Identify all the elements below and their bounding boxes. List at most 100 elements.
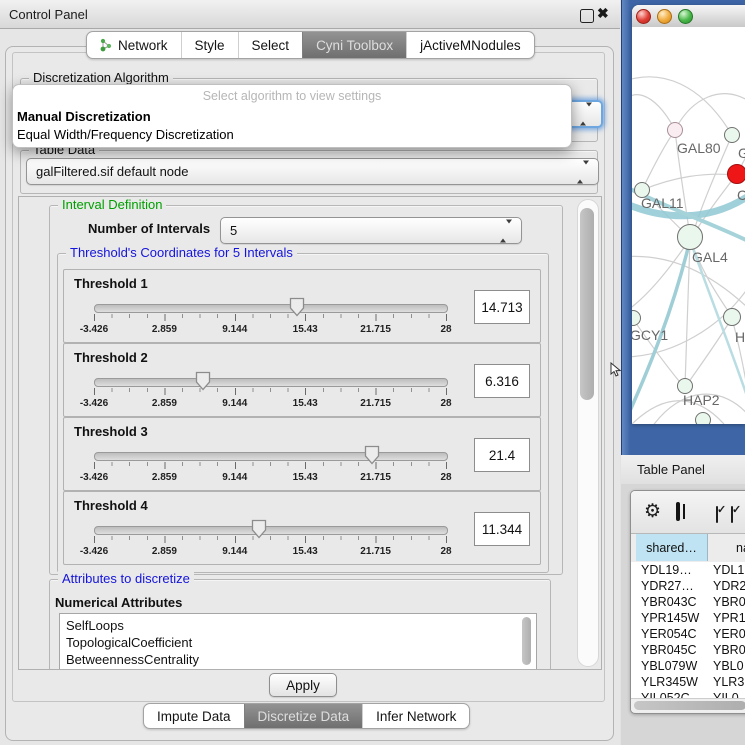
threshold-1-slider[interactable]: -3.426 2.859 9.144 15.43 21.715 28: [94, 300, 446, 340]
control-panel-window: Control Panel ✖ Network Style Select Cyn…: [0, 0, 620, 745]
tab-cyni-toolbox[interactable]: Cyni Toolbox: [302, 32, 406, 58]
slider-thumb[interactable]: [364, 445, 380, 465]
node-label: GA: [738, 145, 745, 161]
threshold-value-input[interactable]: 6.316: [474, 364, 530, 398]
tick-label: 28: [440, 398, 451, 409]
gear-icon[interactable]: ⚙: [644, 500, 661, 523]
horizontal-scrollbar-track[interactable]: [631, 698, 745, 712]
threshold-value-input[interactable]: 11.344: [474, 512, 530, 546]
tick-label: 28: [440, 546, 451, 557]
panel-scrollbar-track[interactable]: [577, 199, 599, 667]
slider-thumb[interactable]: [289, 297, 305, 317]
panel-scrollbar-thumb[interactable]: [580, 208, 594, 400]
tab-select[interactable]: Select: [238, 32, 303, 58]
tick-label: 2.859: [152, 546, 177, 557]
split-columns-icon[interactable]: [676, 502, 680, 521]
cell: YDR27…: [641, 579, 694, 593]
tab-impute-data[interactable]: Impute Data: [144, 704, 244, 728]
network-node-h[interactable]: [723, 308, 741, 326]
network-node-gal4[interactable]: [677, 224, 703, 250]
tick-label: 28: [440, 472, 451, 483]
threshold-1-panel: Threshold 1 -3.426 2.859 9.144 15.43 21.…: [63, 269, 541, 343]
settings-scroll-viewport: Interval Definition Number of Intervals …: [18, 196, 602, 670]
list-item[interactable]: BetweennessCentrality: [60, 651, 536, 668]
popup-option-manual-discretization[interactable]: Manual Discretization: [16, 107, 569, 126]
tab-discretize-data[interactable]: Discretize Data: [244, 704, 363, 728]
threshold-label: Threshold 2: [74, 350, 148, 365]
tab-infer-network[interactable]: Infer Network: [362, 704, 469, 728]
threshold-2-slider[interactable]: -3.426 2.859 9.144 15.43 21.715 28: [94, 374, 446, 414]
numerical-attributes-list[interactable]: SelfLoops TopologicalCoefficient Between…: [59, 613, 537, 670]
table-row[interactable]: YBR045CYBR0: [631, 642, 745, 658]
mouse-cursor: [610, 362, 621, 378]
table-data-combobox[interactable]: galFiltered.sif default node: [26, 158, 599, 185]
threshold-3-slider[interactable]: -3.426 2.859 9.144 15.43 21.715 28: [94, 448, 446, 488]
number-of-intervals-combobox[interactable]: 5: [220, 217, 522, 244]
popup-option-equal-width-frequency[interactable]: Equal Width/Frequency Discretization: [16, 125, 569, 144]
tab-jactivemnodules[interactable]: jActiveMNodules: [406, 32, 534, 58]
slider-thumb[interactable]: [251, 519, 267, 539]
horizontal-scrollbar-thumb[interactable]: [634, 701, 745, 710]
tick-label: 9.144: [222, 472, 247, 483]
screen: Control Panel ✖ Network Style Select Cyn…: [0, 0, 745, 745]
slider-track[interactable]: [94, 304, 448, 313]
slider-track[interactable]: [94, 378, 448, 387]
network-node[interactable]: [695, 412, 711, 424]
table-row[interactable]: YDL19…YDL1: [631, 562, 745, 578]
minimize-icon[interactable]: [657, 9, 672, 24]
slider-track[interactable]: [94, 526, 448, 535]
group-title: Interval Definition: [58, 197, 166, 213]
column-header-name[interactable]: na: [708, 534, 745, 561]
float-window-icon[interactable]: [580, 9, 594, 23]
network-node[interactable]: [724, 127, 740, 143]
threshold-label: Threshold 1: [74, 276, 148, 291]
slider-thumb[interactable]: [195, 371, 211, 391]
tab-style[interactable]: Style: [181, 32, 238, 58]
cell: YBR0: [713, 643, 745, 657]
cell: YBR043C: [641, 595, 697, 609]
list-item[interactable]: TopologicalCoefficient: [60, 634, 536, 651]
slider-track[interactable]: [94, 452, 448, 461]
table-panel-title: Table Panel: [637, 462, 705, 477]
zoom-icon[interactable]: [678, 9, 693, 24]
network-canvas[interactable]: GAL80 GA C GAL11 GAL4 GCY1 H HAP2: [632, 27, 745, 424]
tab-network[interactable]: Network: [87, 32, 181, 58]
table-row[interactable]: YLR345WYLR3: [631, 674, 745, 690]
list-item[interactable]: SelfLoops: [60, 617, 536, 634]
list-scrollbar[interactable]: [522, 617, 531, 665]
tick-label: -3.426: [80, 324, 108, 335]
tick-label: 2.859: [152, 472, 177, 483]
tick-label: 28: [440, 324, 451, 335]
column-header-shared-name[interactable]: shared…: [636, 534, 708, 561]
stepper-arrows-icon: [500, 223, 512, 238]
threshold-4-slider[interactable]: -3.426 2.859 9.144 15.43 21.715 28: [94, 522, 446, 562]
threshold-value-input[interactable]: 14.713: [474, 290, 530, 324]
close-icon[interactable]: ✖: [597, 5, 609, 17]
close-icon[interactable]: [636, 9, 651, 24]
table-row[interactable]: YBR043CYBR0: [631, 594, 745, 610]
network-window-titlebar[interactable]: [632, 5, 745, 28]
tick-label: 9.144: [222, 324, 247, 335]
table-row[interactable]: YPR145WYPR1: [631, 610, 745, 626]
checkbox-icon[interactable]: [731, 506, 733, 523]
threshold-label: Threshold 4: [74, 498, 148, 513]
tick-label: 2.859: [152, 324, 177, 335]
checkbox-icon[interactable]: [716, 506, 718, 523]
node-label: GAL4: [692, 249, 728, 265]
table-row[interactable]: YBL079WYBL0: [631, 658, 745, 674]
tick-label: 15.43: [293, 546, 318, 557]
table-row[interactable]: YER054CYER0: [631, 626, 745, 642]
network-node-selected-red[interactable]: [727, 164, 745, 184]
tick-label: -3.426: [80, 546, 108, 557]
cell: YER054C: [641, 627, 697, 641]
network-node-gal80[interactable]: [667, 122, 683, 138]
tick-label: 9.144: [222, 398, 247, 409]
table-row[interactable]: YDR27…YDR2: [631, 578, 745, 594]
node-label: GAL11: [641, 195, 684, 211]
threshold-value-input[interactable]: 21.4: [474, 438, 530, 472]
group-title: Threshold's Coordinates for 5 Intervals: [66, 245, 297, 261]
tick-label: 9.144: [222, 546, 247, 557]
apply-button[interactable]: Apply: [269, 673, 337, 697]
threshold-2-panel: Threshold 2 -3.426 2.859 9.144 15.43 21.…: [63, 343, 541, 417]
cell: YBL0: [713, 659, 744, 673]
